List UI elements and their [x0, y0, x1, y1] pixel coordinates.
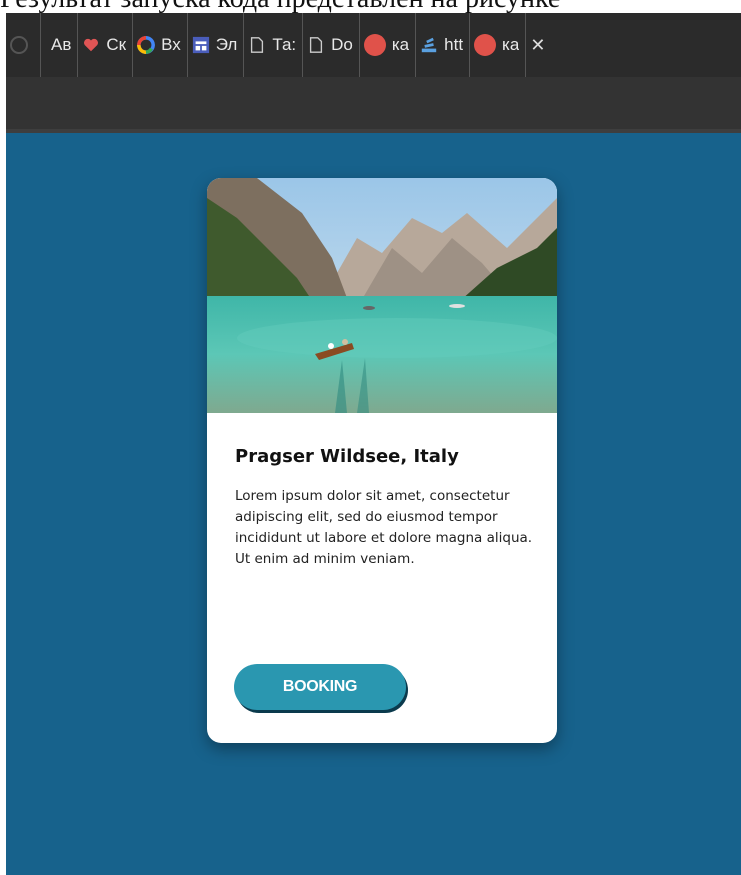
bookmark-label: Ав [51, 35, 72, 54]
bookmark-item[interactable]: Do [303, 13, 360, 77]
yandex-icon [363, 34, 386, 56]
heart-icon [84, 38, 99, 52]
close-icon: ✕ [530, 34, 546, 56]
bookmark-label: Do [331, 35, 353, 54]
bookmark-more[interactable]: ✕ [526, 13, 551, 77]
card-title: Pragser Wildsee, Italy [235, 446, 459, 467]
bookmark-label: htt [444, 35, 464, 54]
page-icon [251, 37, 264, 53]
bookmark-item[interactable]: Та: [244, 13, 304, 77]
bookmark-item[interactable]: Вх [133, 13, 188, 77]
bookmark-item[interactable]: ка [470, 13, 527, 77]
travel-card: Pragser Wildsee, Italy Lorem ipsum dolor… [207, 178, 557, 743]
bookmark-item[interactable]: ка [360, 13, 417, 77]
bookmark-label: Та: [272, 35, 297, 54]
google-icon [137, 36, 156, 54]
yandex-icon [474, 34, 497, 56]
bookmark-item[interactable]: Эл [188, 13, 245, 77]
page-viewport: Pragser Wildsee, Italy Lorem ipsum dolor… [6, 133, 741, 875]
bookmark-label: Ск [106, 35, 127, 54]
booking-button[interactable]: BOOKING [234, 664, 406, 710]
bookmark-label: ка [502, 35, 520, 54]
page-caption: Результат запуска кода представлен на ри… [0, 0, 741, 13]
bookmark-label: Вх [161, 35, 181, 54]
bookmarks-bar: Ав Ск Вх Эл Та: Do ка htt ка ✕ [6, 13, 741, 77]
bookmark-item[interactable]: Ск [78, 13, 134, 77]
card-image [207, 178, 557, 413]
bookmark-label: Эл [215, 35, 238, 54]
card-description: Lorem ipsum dolor sit amet, consectetur … [235, 488, 533, 567]
browser-toolbar [6, 77, 741, 133]
bookmark-label: ка [391, 35, 410, 54]
stack-icon [421, 37, 437, 53]
history-icon [10, 36, 28, 54]
bookmark-item[interactable]: Ав [41, 13, 79, 77]
window-icon [192, 36, 209, 54]
page-icon [310, 37, 323, 53]
bookmark-history[interactable] [6, 13, 41, 77]
bookmark-item[interactable]: htt [416, 13, 471, 77]
